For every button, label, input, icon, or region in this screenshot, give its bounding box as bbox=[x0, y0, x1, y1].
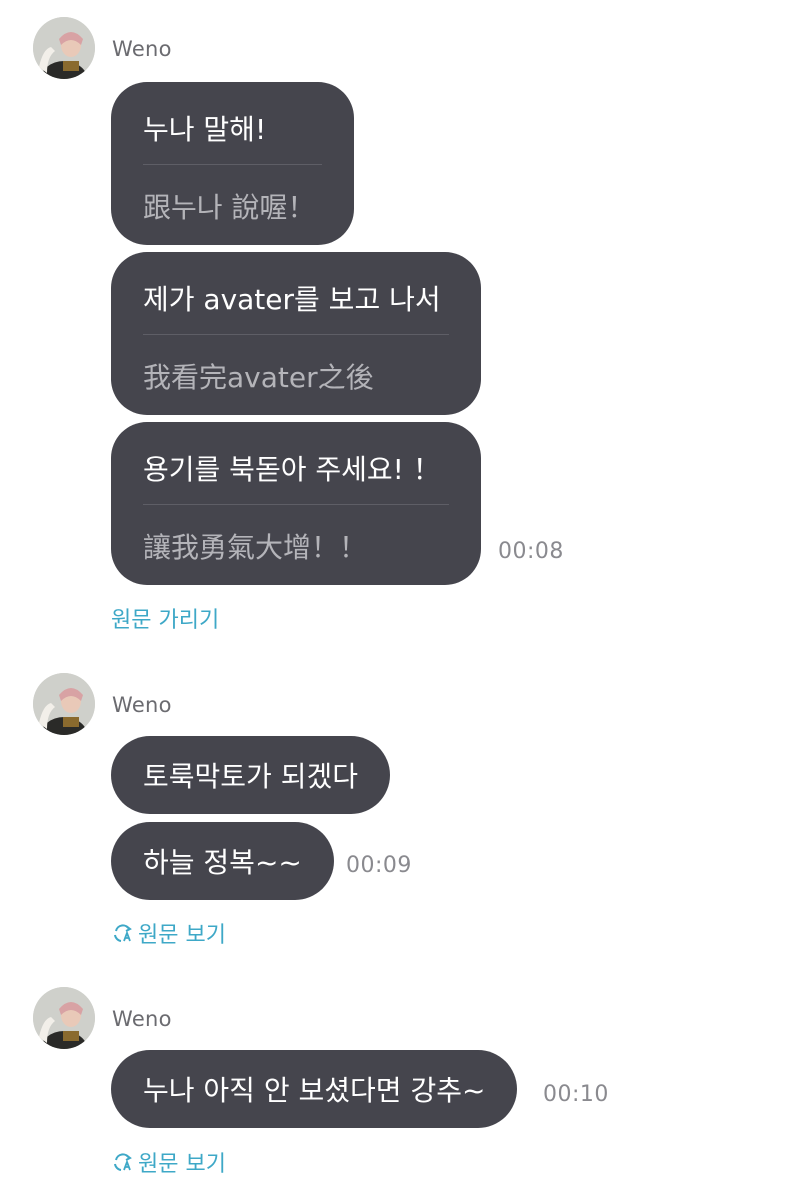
message-bubble[interactable]: 하늘 정복~~ bbox=[111, 822, 334, 900]
message-bubble[interactable]: 누나 말해! 跟누나 說喔！ bbox=[111, 82, 354, 245]
original-text: 용기를 북돋아 주세요! ！ bbox=[143, 453, 441, 486]
sender-name: Weno bbox=[112, 1007, 172, 1031]
avatar-image bbox=[33, 987, 95, 1049]
original-text: 누나 말해! bbox=[143, 113, 267, 146]
translate-refresh-icon bbox=[111, 921, 135, 945]
message-bubble[interactable]: 제가 avater를 보고 나서 我看完avater之後 bbox=[111, 252, 481, 415]
show-original-link[interactable]: 원문 보기 bbox=[111, 917, 226, 949]
message-text: 하늘 정복~~ bbox=[143, 846, 302, 879]
translated-text: 跟누나 說喔！ bbox=[143, 191, 316, 224]
link-label: 원문 가리기 bbox=[111, 608, 220, 633]
message-text: 토룩막토가 되겠다 bbox=[143, 760, 358, 793]
message-bubble[interactable]: 토룩막토가 되겠다 bbox=[111, 736, 390, 814]
link-label: 원문 보기 bbox=[138, 923, 226, 948]
link-label: 원문 보기 bbox=[138, 1152, 226, 1177]
avatar[interactable] bbox=[33, 673, 95, 735]
avatar-image bbox=[33, 17, 95, 79]
message-text: 누나 아직 안 보셨다면 강추~ bbox=[143, 1074, 486, 1107]
avatar-image bbox=[33, 673, 95, 735]
message-bubble[interactable]: 용기를 북돋아 주세요! ！ 讓我勇氣大增！！ bbox=[111, 422, 481, 585]
divider bbox=[143, 504, 449, 505]
original-text: 제가 avater를 보고 나서 bbox=[143, 283, 441, 316]
avatar[interactable] bbox=[33, 17, 95, 79]
translated-text: 我看完avater之後 bbox=[143, 361, 374, 394]
translate-refresh-icon bbox=[111, 1150, 135, 1174]
timestamp: 00:09 bbox=[346, 853, 412, 878]
avatar[interactable] bbox=[33, 987, 95, 1049]
sender-name: Weno bbox=[112, 693, 172, 717]
translated-text: 讓我勇氣大增！！ bbox=[143, 531, 368, 564]
timestamp: 00:08 bbox=[498, 539, 564, 564]
show-original-link[interactable]: 원문 보기 bbox=[111, 1146, 226, 1178]
divider bbox=[143, 334, 449, 335]
message-bubble[interactable]: 누나 아직 안 보셨다면 강추~ bbox=[111, 1050, 518, 1128]
divider bbox=[143, 164, 322, 165]
hide-original-link[interactable]: 원문 가리기 bbox=[111, 602, 219, 634]
timestamp: 00:10 bbox=[543, 1082, 609, 1107]
sender-name: Weno bbox=[112, 37, 172, 61]
